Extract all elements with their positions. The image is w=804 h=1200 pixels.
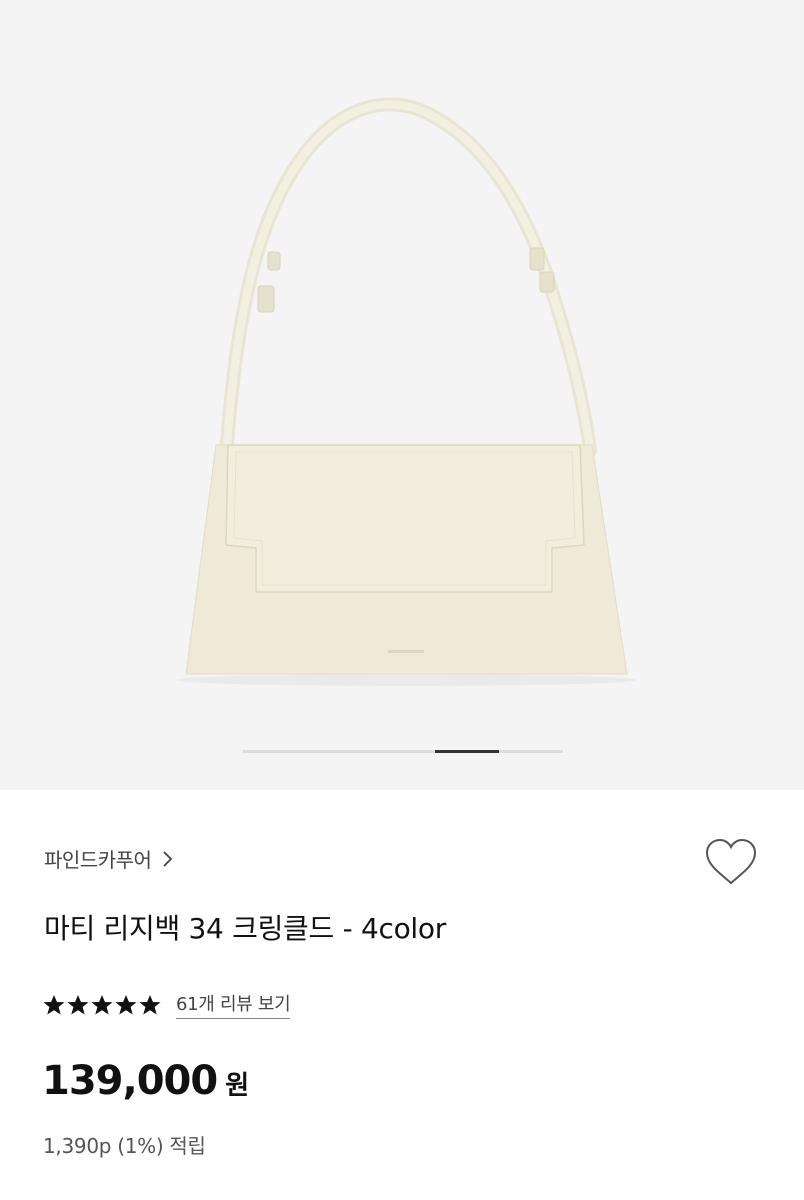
heart-outline-icon[interactable] xyxy=(703,837,759,887)
star-filled-icon xyxy=(43,994,65,1014)
star-filled-icon xyxy=(139,994,161,1014)
image-pager-thumb[interactable] xyxy=(435,750,499,753)
star-filled-icon xyxy=(67,994,89,1014)
star-filled-icon xyxy=(91,994,113,1014)
rating-row: 61개 리뷰 보기 xyxy=(42,990,291,1019)
price: 139,000 원 xyxy=(42,1058,249,1104)
product-bag-image xyxy=(176,97,636,686)
review-link[interactable]: 61개 리뷰 보기 xyxy=(176,990,291,1019)
price-unit: 원 xyxy=(225,1071,250,1101)
price-amount: 139,000 xyxy=(42,1058,218,1104)
product-title: 마티 리지백 34 크링클드 - 4color xyxy=(44,912,446,945)
brand-name[interactable]: 파인드카푸어 xyxy=(44,844,152,873)
product-image-gallery[interactable] xyxy=(0,0,804,790)
product-info: 파인드카푸어 마티 리지백 34 크링클드 - 4color 61개 리뷰 보기… xyxy=(0,790,804,1200)
reward-points: 1,390p (1%) 적립 xyxy=(43,1134,206,1158)
star-filled-icon xyxy=(115,994,137,1014)
rating-stars xyxy=(42,994,162,1016)
chevron-right-icon xyxy=(163,850,173,867)
brand-link[interactable]: 파인드카푸어 xyxy=(44,844,175,873)
image-pager[interactable] xyxy=(243,750,563,753)
